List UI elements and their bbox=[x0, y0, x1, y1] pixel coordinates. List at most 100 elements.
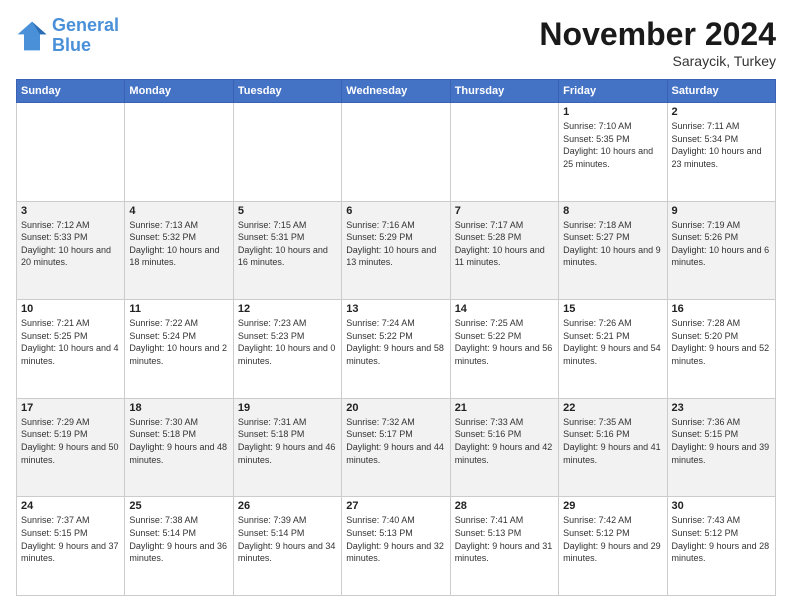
day-info: Sunrise: 7:28 AM Sunset: 5:20 PM Dayligh… bbox=[672, 317, 771, 367]
page: General Blue November 2024 Saraycik, Tur… bbox=[0, 0, 792, 612]
day-info: Sunrise: 7:23 AM Sunset: 5:23 PM Dayligh… bbox=[238, 317, 337, 367]
header: General Blue November 2024 Saraycik, Tur… bbox=[16, 16, 776, 69]
calendar-cell: 20 Sunrise: 7:32 AM Sunset: 5:17 PM Dayli… bbox=[342, 398, 450, 497]
day-number: 1 bbox=[563, 106, 662, 118]
day-number: 24 bbox=[21, 500, 120, 512]
day-number: 10 bbox=[21, 303, 120, 315]
day-info: Sunrise: 7:36 AM Sunset: 5:15 PM Dayligh… bbox=[672, 416, 771, 466]
day-number: 30 bbox=[672, 500, 771, 512]
day-number: 5 bbox=[238, 205, 337, 217]
day-number: 25 bbox=[129, 500, 228, 512]
header-day: Sunday bbox=[17, 80, 125, 103]
logo: General Blue bbox=[16, 16, 119, 56]
calendar-cell: 14 Sunrise: 7:25 AM Sunset: 5:22 PM Dayli… bbox=[450, 300, 558, 399]
day-number: 3 bbox=[21, 205, 120, 217]
calendar-cell bbox=[342, 103, 450, 202]
day-info: Sunrise: 7:25 AM Sunset: 5:22 PM Dayligh… bbox=[455, 317, 554, 367]
day-info: Sunrise: 7:24 AM Sunset: 5:22 PM Dayligh… bbox=[346, 317, 445, 367]
calendar-week: 1 Sunrise: 7:10 AM Sunset: 5:35 PM Daylig… bbox=[17, 103, 776, 202]
calendar-cell: 30 Sunrise: 7:43 AM Sunset: 5:12 PM Dayli… bbox=[667, 497, 775, 596]
day-info: Sunrise: 7:32 AM Sunset: 5:17 PM Dayligh… bbox=[346, 416, 445, 466]
day-info: Sunrise: 7:41 AM Sunset: 5:13 PM Dayligh… bbox=[455, 514, 554, 564]
calendar-cell: 27 Sunrise: 7:40 AM Sunset: 5:13 PM Dayli… bbox=[342, 497, 450, 596]
day-info: Sunrise: 7:22 AM Sunset: 5:24 PM Dayligh… bbox=[129, 317, 228, 367]
day-info: Sunrise: 7:15 AM Sunset: 5:31 PM Dayligh… bbox=[238, 219, 337, 269]
logo-line1: General bbox=[52, 15, 119, 35]
day-number: 27 bbox=[346, 500, 445, 512]
day-number: 17 bbox=[21, 402, 120, 414]
calendar-cell: 29Sunrise: 7:42 AM Sunset: 5:12 PM Dayli… bbox=[559, 497, 667, 596]
calendar-week: 3 Sunrise: 7:12 AM Sunset: 5:33 PM Daylig… bbox=[17, 201, 776, 300]
day-info: Sunrise: 7:19 AM Sunset: 5:26 PM Dayligh… bbox=[672, 219, 771, 269]
day-number: 13 bbox=[346, 303, 445, 315]
day-info: Sunrise: 7:37 AM Sunset: 5:15 PM Dayligh… bbox=[21, 514, 120, 564]
calendar-cell: 8 Sunrise: 7:18 AM Sunset: 5:27 PM Daylig… bbox=[559, 201, 667, 300]
calendar-cell: 23Sunrise: 7:36 AM Sunset: 5:15 PM Dayli… bbox=[667, 398, 775, 497]
calendar-cell: 7 Sunrise: 7:17 AM Sunset: 5:28 PM Daylig… bbox=[450, 201, 558, 300]
day-number: 8 bbox=[563, 205, 662, 217]
calendar-cell: 10 Sunrise: 7:21 AM Sunset: 5:25 PM Dayli… bbox=[17, 300, 125, 399]
calendar-cell: 24 Sunrise: 7:37 AM Sunset: 5:15 PM Dayli… bbox=[17, 497, 125, 596]
day-number: 18 bbox=[129, 402, 228, 414]
calendar-cell: 22 Sunrise: 7:35 AM Sunset: 5:16 PM Dayli… bbox=[559, 398, 667, 497]
header-day: Thursday bbox=[450, 80, 558, 103]
day-info: Sunrise: 7:12 AM Sunset: 5:33 PM Dayligh… bbox=[21, 219, 120, 269]
calendar-week: 10 Sunrise: 7:21 AM Sunset: 5:25 PM Dayli… bbox=[17, 300, 776, 399]
calendar-cell bbox=[450, 103, 558, 202]
day-info: Sunrise: 7:39 AM Sunset: 5:14 PM Dayligh… bbox=[238, 514, 337, 564]
day-number: 21 bbox=[455, 402, 554, 414]
day-number: 29 bbox=[563, 500, 662, 512]
day-number: 28 bbox=[455, 500, 554, 512]
day-info: Sunrise: 7:35 AM Sunset: 5:16 PM Dayligh… bbox=[563, 416, 662, 466]
logo-text: General Blue bbox=[52, 16, 119, 56]
calendar-cell: 4 Sunrise: 7:13 AM Sunset: 5:32 PM Daylig… bbox=[125, 201, 233, 300]
calendar-cell: 21Sunrise: 7:33 AM Sunset: 5:16 PM Dayli… bbox=[450, 398, 558, 497]
calendar-cell: 16 Sunrise: 7:28 AM Sunset: 5:20 PM Dayli… bbox=[667, 300, 775, 399]
day-number: 7 bbox=[455, 205, 554, 217]
calendar-cell: 11 Sunrise: 7:22 AM Sunset: 5:24 PM Dayli… bbox=[125, 300, 233, 399]
day-number: 12 bbox=[238, 303, 337, 315]
month-title: November 2024 bbox=[539, 16, 776, 53]
day-info: Sunrise: 7:40 AM Sunset: 5:13 PM Dayligh… bbox=[346, 514, 445, 564]
header-day: Saturday bbox=[667, 80, 775, 103]
day-info: Sunrise: 7:29 AM Sunset: 5:19 PM Dayligh… bbox=[21, 416, 120, 466]
day-info: Sunrise: 7:21 AM Sunset: 5:25 PM Dayligh… bbox=[21, 317, 120, 367]
logo-line2: Blue bbox=[52, 35, 91, 55]
day-number: 26 bbox=[238, 500, 337, 512]
calendar-cell bbox=[17, 103, 125, 202]
calendar-header: SundayMondayTuesdayWednesdayThursdayFrid… bbox=[17, 80, 776, 103]
calendar-cell: 26 Sunrise: 7:39 AM Sunset: 5:14 PM Dayli… bbox=[233, 497, 341, 596]
calendar-cell: 18 Sunrise: 7:30 AM Sunset: 5:18 PM Dayli… bbox=[125, 398, 233, 497]
day-number: 22 bbox=[563, 402, 662, 414]
calendar-cell: 28 Sunrise: 7:41 AM Sunset: 5:13 PM Dayli… bbox=[450, 497, 558, 596]
day-info: Sunrise: 7:11 AM Sunset: 5:34 PM Dayligh… bbox=[672, 120, 771, 170]
day-info: Sunrise: 7:17 AM Sunset: 5:28 PM Dayligh… bbox=[455, 219, 554, 269]
day-info: Sunrise: 7:10 AM Sunset: 5:35 PM Dayligh… bbox=[563, 120, 662, 170]
day-number: 14 bbox=[455, 303, 554, 315]
day-info: Sunrise: 7:30 AM Sunset: 5:18 PM Dayligh… bbox=[129, 416, 228, 466]
day-number: 11 bbox=[129, 303, 228, 315]
day-info: Sunrise: 7:26 AM Sunset: 5:21 PM Dayligh… bbox=[563, 317, 662, 367]
header-day: Friday bbox=[559, 80, 667, 103]
day-info: Sunrise: 7:43 AM Sunset: 5:12 PM Dayligh… bbox=[672, 514, 771, 564]
day-number: 6 bbox=[346, 205, 445, 217]
calendar-body: 1 Sunrise: 7:10 AM Sunset: 5:35 PM Daylig… bbox=[17, 103, 776, 596]
day-info: Sunrise: 7:13 AM Sunset: 5:32 PM Dayligh… bbox=[129, 219, 228, 269]
subtitle: Saraycik, Turkey bbox=[539, 53, 776, 69]
day-info: Sunrise: 7:31 AM Sunset: 5:18 PM Dayligh… bbox=[238, 416, 337, 466]
day-number: 16 bbox=[672, 303, 771, 315]
day-number: 20 bbox=[346, 402, 445, 414]
day-number: 4 bbox=[129, 205, 228, 217]
calendar-week: 17 Sunrise: 7:29 AM Sunset: 5:19 PM Dayli… bbox=[17, 398, 776, 497]
calendar-cell bbox=[125, 103, 233, 202]
calendar-week: 24 Sunrise: 7:37 AM Sunset: 5:15 PM Dayli… bbox=[17, 497, 776, 596]
day-info: Sunrise: 7:16 AM Sunset: 5:29 PM Dayligh… bbox=[346, 219, 445, 269]
day-number: 15 bbox=[563, 303, 662, 315]
calendar-cell: 5 Sunrise: 7:15 AM Sunset: 5:31 PM Daylig… bbox=[233, 201, 341, 300]
calendar-cell: 15 Sunrise: 7:26 AM Sunset: 5:21 PM Dayli… bbox=[559, 300, 667, 399]
day-info: Sunrise: 7:18 AM Sunset: 5:27 PM Dayligh… bbox=[563, 219, 662, 269]
calendar-cell: 13 Sunrise: 7:24 AM Sunset: 5:22 PM Dayli… bbox=[342, 300, 450, 399]
title-block: November 2024 Saraycik, Turkey bbox=[539, 16, 776, 69]
logo-icon bbox=[16, 20, 48, 52]
calendar-cell: 6 Sunrise: 7:16 AM Sunset: 5:29 PM Daylig… bbox=[342, 201, 450, 300]
